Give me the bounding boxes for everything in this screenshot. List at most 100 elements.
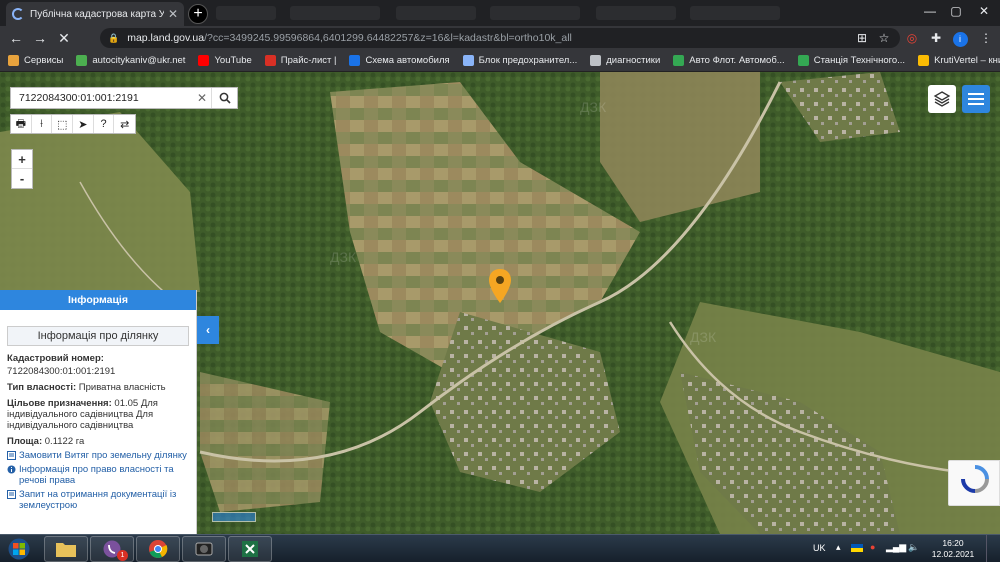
bookmark-item[interactable]: диагностики	[590, 55, 660, 66]
bookmark-label: Прайс-лист |	[280, 55, 337, 66]
windows-logo-icon	[8, 538, 30, 560]
bookmark-item[interactable]: Сервисы	[8, 55, 63, 66]
background-tab[interactable]	[216, 6, 276, 20]
close-tab-icon[interactable]: ✕	[168, 7, 178, 21]
search-button[interactable]	[211, 88, 237, 108]
maximize-icon[interactable]: ▢	[944, 0, 968, 24]
svg-text:ДЗК: ДЗК	[330, 249, 357, 265]
bookmark-item[interactable]: Схема автомобиля	[349, 55, 450, 66]
clear-search-icon[interactable]: ✕	[193, 91, 211, 105]
measure-distance-icon[interactable]: ⟊	[32, 115, 53, 133]
language-indicator[interactable]: UK	[813, 543, 826, 553]
browser-tab[interactable]: Публічна кадастрова карта Україн ✕	[6, 2, 184, 26]
ownership-row: Тип власності: Приватна власність	[0, 381, 196, 394]
documentation-request-link[interactable]: Запит на отримання документації із земле…	[0, 487, 196, 512]
background-tab[interactable]	[596, 6, 676, 20]
layers-button[interactable]	[928, 85, 956, 113]
background-tab[interactable]	[690, 6, 780, 20]
cadastral-value: 7122084300:01:001:2191	[7, 366, 116, 377]
search-input[interactable]: 7122084300:01:001:2191	[11, 92, 193, 104]
address-bar[interactable]: 🔒 map.land.gov.ua/?cc=3499245.99596864,6…	[100, 28, 900, 48]
bookmark-item[interactable]: Станція Технічного...	[797, 55, 906, 66]
url-path: /?cc=3499245.99596864,6401299.64482257&z…	[204, 32, 572, 44]
tray-app-icon[interactable]: ●	[870, 542, 875, 552]
measure-area-icon[interactable]: ⬚	[52, 115, 74, 133]
network-signal-icon[interactable]: ▂▄▆	[886, 542, 906, 553]
back-arrow-icon[interactable]: ←	[4, 30, 28, 46]
cadastral-label: Кадастровий номер:	[7, 353, 104, 364]
info-icon	[7, 465, 16, 474]
show-desktop-button[interactable]	[986, 535, 998, 562]
bookmark-favicon-icon	[797, 55, 809, 66]
viber-badge: 1	[117, 550, 128, 561]
order-extract-link[interactable]: Замовити Витяг про земельну ділянку	[0, 448, 196, 462]
extensions-puzzle-icon[interactable]: ✚	[926, 26, 946, 50]
bookmark-label: YouTube	[214, 55, 252, 66]
profile-avatar[interactable]: i	[950, 26, 970, 50]
taskbar-explorer[interactable]	[44, 536, 88, 562]
show-hidden-icons[interactable]: ▴	[836, 542, 841, 553]
windows-taskbar: 1 UK ▴ ● ▂▄▆ 🔈 16:20 12.02.2021	[0, 534, 1000, 562]
volume-icon[interactable]: 🔈	[908, 542, 919, 553]
taskbar-viber[interactable]: 1	[90, 536, 134, 562]
taskbar-excel[interactable]	[228, 536, 272, 562]
bookmark-item[interactable]: YouTube	[198, 55, 252, 66]
zoom-control: + -	[11, 149, 33, 189]
bookmark-favicon-icon	[462, 55, 474, 66]
route-icon[interactable]: ⇄	[114, 115, 135, 133]
bookmark-item[interactable]: KrutiVertel – книги п...	[918, 55, 1000, 66]
recaptcha-badge[interactable]	[948, 460, 1000, 506]
minimize-icon[interactable]: —	[918, 0, 942, 24]
excel-icon	[242, 541, 258, 557]
print-icon[interactable]: 🖶	[11, 115, 32, 133]
background-tab[interactable]	[290, 6, 380, 20]
browser-toolbar: ← → ✕ 🔒 map.land.gov.ua/?cc=3499245.9959…	[0, 26, 1000, 50]
zoom-out-button[interactable]: -	[12, 169, 32, 188]
taskbar-camera-app[interactable]	[182, 536, 226, 562]
bookmark-item[interactable]: Прайс-лист |	[264, 55, 337, 66]
bookmark-label: KrutiVertel – книги п...	[934, 55, 1000, 66]
bookmark-label: Станція Технічного...	[813, 55, 906, 66]
map-tools-bar: 🖶 ⟊ ⬚ ➤ ? ⇄	[10, 114, 136, 134]
forward-arrow-icon[interactable]: →	[28, 30, 52, 46]
svg-text:ДЗК: ДЗК	[580, 99, 607, 115]
collapse-panel-button[interactable]: ‹	[197, 316, 219, 344]
apps-grid-icon	[8, 55, 19, 66]
help-icon[interactable]: ?	[94, 115, 115, 133]
ukraine-flag-icon[interactable]	[851, 544, 863, 552]
purpose-row: Цільове призначення: 01.05 Для індивідуа…	[0, 397, 196, 432]
background-tab[interactable]	[490, 6, 580, 20]
translate-icon[interactable]: ⊞	[852, 26, 872, 50]
chrome-icon	[149, 540, 168, 558]
new-tab-button[interactable]: +	[188, 4, 208, 24]
close-window-icon[interactable]: ✕	[972, 0, 996, 24]
scale-bar	[212, 512, 256, 522]
document-icon	[7, 490, 16, 499]
background-tab[interactable]	[396, 6, 476, 20]
menu-button[interactable]	[962, 85, 990, 113]
bookmark-item[interactable]: autocitykaniv@ukr.net	[76, 55, 185, 66]
document-icon	[7, 451, 16, 460]
start-button[interactable]	[4, 536, 34, 562]
zoom-in-button[interactable]: +	[12, 150, 32, 169]
purpose-label: Цільове призначення:	[7, 398, 112, 409]
bookmark-label: диагностики	[606, 55, 661, 66]
system-clock[interactable]: 16:20 12.02.2021	[928, 538, 978, 560]
bookmark-favicon-icon	[673, 55, 685, 66]
ownership-label: Тип власності:	[7, 382, 77, 393]
bookmark-item[interactable]: Блок предохранител...	[462, 55, 577, 66]
bookmark-label: Схема автомобиля	[365, 55, 450, 66]
extension-target-icon[interactable]: ◎	[902, 26, 922, 50]
taskbar-chrome[interactable]	[136, 536, 180, 562]
tab-title: Публічна кадастрова карта Україн	[30, 8, 164, 20]
pointer-select-icon[interactable]: ➤	[73, 115, 94, 133]
star-bookmark-icon[interactable]: ☆	[874, 26, 894, 50]
lock-icon: 🔒	[108, 32, 120, 43]
bookmark-favicon-icon	[918, 55, 930, 66]
parcel-location-pin-icon[interactable]	[487, 268, 513, 304]
stop-loading-icon[interactable]: ✕	[52, 30, 76, 47]
browser-menu-icon[interactable]: ⋮	[976, 26, 996, 50]
ownership-rights-link[interactable]: Інформація про право власності та речові…	[0, 462, 196, 487]
area-label: Площа:	[7, 436, 43, 447]
bookmark-item[interactable]: Авто Флот. Автомоб...	[673, 55, 785, 66]
